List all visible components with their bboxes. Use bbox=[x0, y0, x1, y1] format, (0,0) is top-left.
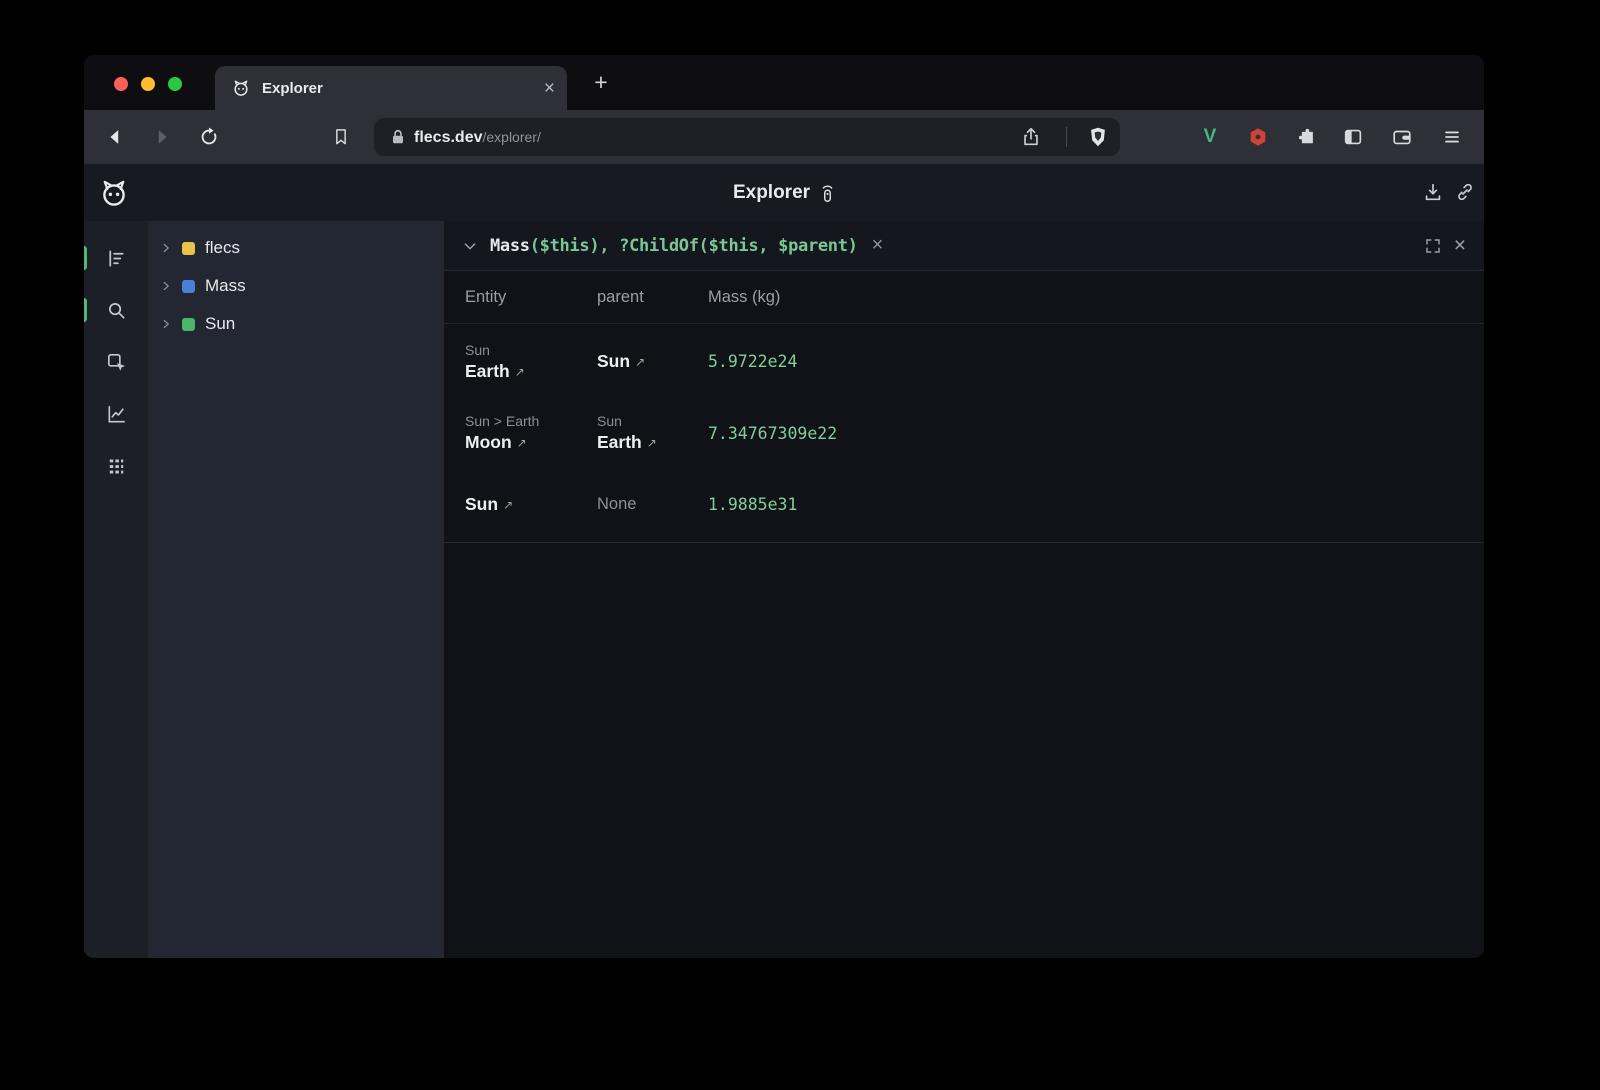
tree-item-label: Mass bbox=[205, 276, 246, 296]
mass-value: 7.34767309e22 bbox=[708, 424, 1484, 443]
close-panel-icon[interactable]: × bbox=[1454, 235, 1466, 256]
parent-link[interactable]: Sun↗ bbox=[597, 351, 708, 372]
lock-icon[interactable] bbox=[388, 127, 408, 147]
url-domain: flecs.dev bbox=[414, 129, 482, 146]
parent-link[interactable]: Earth↗ bbox=[597, 432, 708, 453]
sidebar-item-journal[interactable] bbox=[84, 443, 148, 489]
chevron-right-icon bbox=[160, 242, 172, 254]
table-header: Entity parent Mass (kg) bbox=[444, 271, 1484, 324]
new-tab-button[interactable]: + bbox=[587, 68, 615, 96]
external-link-icon: ↗ bbox=[647, 436, 657, 450]
entity-path: Sun > Earth bbox=[465, 413, 597, 429]
divider bbox=[1066, 127, 1067, 147]
download-icon[interactable] bbox=[1422, 181, 1444, 203]
table-row: Sun > Earth Moon↗ Sun Earth↗ 7.34767309e… bbox=[444, 399, 1484, 467]
vue-devtools-icon[interactable]: V bbox=[1198, 125, 1222, 149]
sidebar-item-inspect[interactable] bbox=[84, 339, 148, 385]
flecs-favicon-icon bbox=[231, 78, 251, 98]
tree-item-flecs[interactable]: flecs bbox=[148, 229, 444, 267]
query-panel: Mass($this), ?ChildOf($this, $parent) × … bbox=[444, 221, 1484, 958]
flecs-logo-icon[interactable] bbox=[98, 177, 130, 209]
zoom-window-button[interactable] bbox=[168, 77, 182, 91]
wallet-icon[interactable] bbox=[1390, 125, 1414, 149]
parent-none: None bbox=[597, 495, 708, 514]
table-row: Sun Earth↗ Sun↗ 5.9722e24 bbox=[444, 324, 1484, 399]
query-header: Mass($this), ?ChildOf($this, $parent) × … bbox=[444, 221, 1484, 271]
mass-value: 5.9722e24 bbox=[708, 352, 1484, 371]
entity-link[interactable]: Moon↗ bbox=[465, 432, 597, 453]
fullscreen-icon[interactable] bbox=[1424, 237, 1442, 255]
query-clear-icon[interactable]: × bbox=[872, 234, 884, 257]
browser-toolbar: flecs.dev/explorer/ V bbox=[84, 110, 1484, 164]
table-body: Sun Earth↗ Sun↗ 5.9722e24 Sun > Earth Mo… bbox=[444, 324, 1484, 543]
entity-tree-panel: flecs Mass Sun bbox=[148, 221, 444, 958]
minimize-window-button[interactable] bbox=[141, 77, 155, 91]
entity-cell: Sun > Earth Moon↗ bbox=[465, 413, 597, 453]
tree-item-label: flecs bbox=[205, 238, 240, 258]
back-button[interactable] bbox=[103, 125, 127, 149]
tab-close-icon[interactable]: × bbox=[544, 79, 555, 98]
column-mass: Mass (kg) bbox=[708, 288, 1484, 307]
permalink-icon[interactable] bbox=[1454, 181, 1476, 203]
parent-path: Sun bbox=[597, 413, 708, 429]
table-row: Sun↗ None 1.9885e31 bbox=[444, 467, 1484, 542]
tree-item-label: Sun bbox=[205, 314, 235, 334]
tab-title: Explorer bbox=[262, 80, 533, 97]
tree-item-mass[interactable]: Mass bbox=[148, 267, 444, 305]
tree-item-sun[interactable]: Sun bbox=[148, 305, 444, 343]
app-header: Explorer bbox=[84, 164, 1484, 221]
sidebar-toggle-icon[interactable] bbox=[1341, 125, 1365, 149]
entity-link[interactable]: Earth↗ bbox=[465, 361, 597, 382]
entity-color-swatch bbox=[182, 280, 195, 293]
external-link-icon: ↗ bbox=[635, 355, 645, 369]
parent-cell: Sun↗ bbox=[597, 351, 708, 372]
tool-sidebar bbox=[84, 221, 148, 958]
external-link-icon: ↗ bbox=[517, 436, 527, 450]
url-text: flecs.dev/explorer/ bbox=[414, 118, 541, 157]
sidebar-item-query[interactable] bbox=[84, 287, 148, 333]
forward-button[interactable] bbox=[150, 125, 174, 149]
url-bar[interactable]: flecs.dev/explorer/ bbox=[374, 118, 1120, 156]
tab-strip: Explorer × + bbox=[84, 55, 1484, 110]
parent-cell: Sun Earth↗ bbox=[597, 413, 708, 453]
query-expression-input[interactable]: Mass($this), ?ChildOf($this, $parent) bbox=[490, 236, 858, 256]
sidebar-item-entities[interactable] bbox=[84, 235, 148, 281]
connection-icon[interactable] bbox=[820, 182, 835, 204]
chevron-right-icon bbox=[160, 280, 172, 292]
chevron-right-icon bbox=[160, 318, 172, 330]
entity-path: Sun bbox=[465, 342, 597, 358]
sidebar-item-stats[interactable] bbox=[84, 391, 148, 437]
bookmark-icon[interactable] bbox=[329, 125, 353, 149]
url-path: /explorer/ bbox=[482, 129, 540, 145]
browser-tab[interactable]: Explorer × bbox=[215, 66, 567, 110]
traffic-lights bbox=[114, 77, 182, 91]
mass-value: 1.9885e31 bbox=[708, 495, 1484, 514]
hexagon-extension-icon[interactable] bbox=[1246, 125, 1270, 149]
entity-cell: Sun↗ bbox=[465, 494, 597, 515]
entity-color-swatch bbox=[182, 242, 195, 255]
column-parent: parent bbox=[597, 288, 708, 307]
browser-window: Explorer × + fle bbox=[84, 55, 1484, 958]
external-link-icon: ↗ bbox=[515, 365, 525, 379]
column-entity: Entity bbox=[465, 288, 597, 307]
page-title: Explorer bbox=[733, 182, 835, 204]
parent-cell: None bbox=[597, 495, 708, 514]
extensions-puzzle-icon[interactable] bbox=[1294, 125, 1318, 149]
reload-button[interactable] bbox=[197, 125, 221, 149]
entity-link[interactable]: Sun↗ bbox=[465, 494, 597, 515]
content-area: flecs Mass Sun Mass($this), ?ChildOf($th… bbox=[84, 221, 1484, 958]
entity-color-swatch bbox=[182, 318, 195, 331]
menu-icon[interactable] bbox=[1440, 125, 1464, 149]
share-icon[interactable] bbox=[1020, 126, 1042, 148]
close-window-button[interactable] bbox=[114, 77, 128, 91]
brave-shield-icon[interactable] bbox=[1086, 125, 1110, 149]
external-link-icon: ↗ bbox=[503, 498, 513, 512]
entity-cell: Sun Earth↗ bbox=[465, 342, 597, 382]
chevron-down-icon[interactable] bbox=[462, 238, 478, 254]
